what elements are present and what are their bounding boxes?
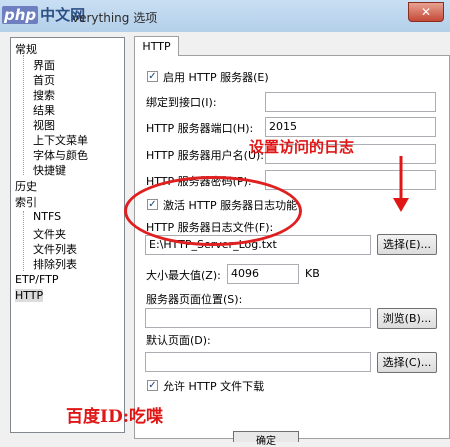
allow-download-checkbox[interactable]: ✓ bbox=[147, 380, 158, 391]
tree-item-index[interactable]: 索引 bbox=[15, 194, 37, 210]
watermark-logo: php bbox=[2, 6, 39, 24]
log-file-select-button[interactable]: 选择(E)... bbox=[377, 234, 437, 255]
bind-interface-label: 绑定到接口(I): bbox=[146, 96, 217, 109]
max-size-unit: KB bbox=[305, 267, 320, 280]
tree-item-view[interactable]: 视图 bbox=[33, 117, 55, 133]
port-input[interactable]: 2015 bbox=[265, 117, 436, 137]
tree-item-shortcuts[interactable]: 快捷键 bbox=[33, 162, 66, 178]
tree-item-fonts-colors[interactable]: 字体与颜色 bbox=[33, 147, 88, 163]
max-size-input[interactable]: 4096 bbox=[227, 264, 299, 284]
tree-item-history[interactable]: 历史 bbox=[15, 178, 37, 194]
tree-item-ntfs[interactable]: NTFS bbox=[33, 210, 61, 223]
tree-item-home[interactable]: 首页 bbox=[33, 72, 55, 88]
tree-item-etp-ftp[interactable]: ETP/FTP bbox=[15, 273, 59, 286]
username-label: HTTP 服务器用户名(U): bbox=[146, 149, 264, 162]
page-location-input[interactable] bbox=[145, 308, 371, 328]
ok-button[interactable]: 确定 bbox=[233, 431, 299, 447]
default-page-input[interactable] bbox=[145, 352, 371, 372]
default-page-select-button[interactable]: 选择(C)... bbox=[377, 352, 437, 373]
tree-item-general[interactable]: 常规 bbox=[15, 41, 37, 57]
author-watermark: 百度ID:吃喋 bbox=[66, 407, 163, 427]
enable-server-label: 启用 HTTP 服务器(E) bbox=[163, 71, 269, 84]
tree-connector bbox=[23, 55, 24, 175]
tree-item-context-menu[interactable]: 上下文菜单 bbox=[33, 132, 88, 148]
down-arrow-icon bbox=[393, 156, 409, 212]
annotation-callout: 设置访问的日志 bbox=[249, 138, 355, 156]
http-settings-panel: ✓ 启用 HTTP 服务器(E) 绑定到接口(I): HTTP 服务器端口(H)… bbox=[134, 55, 450, 439]
tree-item-interface[interactable]: 界面 bbox=[33, 57, 55, 73]
tree-item-folders[interactable]: 文件夹 bbox=[33, 226, 66, 242]
tree-item-http[interactable]: HTTP bbox=[15, 289, 44, 302]
tree-item-exclude-list[interactable]: 排除列表 bbox=[33, 256, 77, 272]
browse-button[interactable]: 浏览(B)... bbox=[377, 308, 437, 329]
enable-server-checkbox[interactable]: ✓ bbox=[147, 71, 158, 82]
tab-http[interactable]: HTTP bbox=[134, 36, 179, 56]
port-label: HTTP 服务器端口(H): bbox=[146, 122, 254, 135]
tree-connector bbox=[23, 211, 24, 271]
close-button[interactable]: ✕ bbox=[408, 2, 444, 22]
close-icon: ✕ bbox=[420, 5, 432, 19]
default-page-label: 默认页面(D): bbox=[146, 334, 211, 347]
allow-download-label: 允许 HTTP 文件下载 bbox=[163, 380, 265, 393]
title-bar: php 中文网 verything 选项 ✕ bbox=[0, 0, 450, 32]
tree-item-results[interactable]: 结果 bbox=[33, 102, 55, 118]
tree-item-file-lists[interactable]: 文件列表 bbox=[33, 241, 77, 257]
max-size-label: 大小最大值(Z): bbox=[146, 269, 221, 282]
page-location-label: 服务器页面位置(S): bbox=[146, 293, 243, 306]
tree-item-search[interactable]: 搜索 bbox=[33, 87, 55, 103]
bind-interface-input[interactable] bbox=[265, 92, 436, 112]
category-tree: 常规 界面 首页 搜索 结果 视图 上下文菜单 字体与颜色 快捷键 历史 索引 … bbox=[10, 37, 125, 433]
highlight-ellipse bbox=[124, 176, 302, 246]
window-title: verything 选项 bbox=[72, 11, 158, 25]
